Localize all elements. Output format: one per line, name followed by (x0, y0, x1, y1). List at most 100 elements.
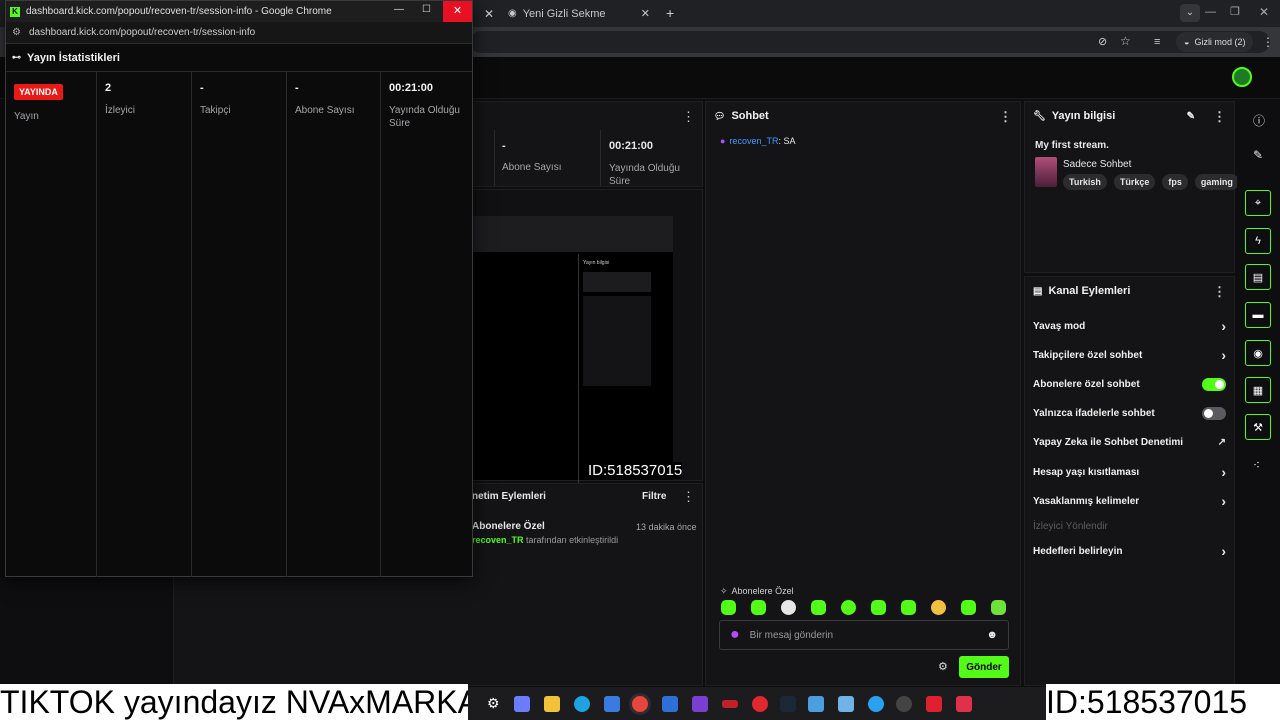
tag[interactable]: Turkish (1063, 174, 1107, 190)
stat-value: - (502, 140, 506, 152)
tab-search-icon[interactable]: ⌄ (1180, 4, 1200, 22)
set-goals-row[interactable]: Hedefleri belirleyin › (1033, 541, 1226, 561)
pencil-icon[interactable]: ✎ (1253, 148, 1263, 162)
stream-category[interactable]: Sadece Sohbet (1063, 159, 1131, 170)
edit-icon[interactable]: ✎ (1187, 111, 1195, 122)
avatar[interactable] (1232, 67, 1252, 87)
send-button[interactable]: Gönder (959, 656, 1009, 678)
stat-subscribers: - Abone Sayısı (287, 72, 381, 577)
emote-only-toggle[interactable] (1202, 406, 1226, 420)
mod-actions-title: netim Eylemleri (472, 491, 546, 502)
emote-1[interactable] (721, 600, 736, 615)
chat-mode-label: Abonelere Özel (731, 586, 794, 596)
emote-5[interactable] (841, 600, 856, 615)
tag[interactable]: gaming (1194, 174, 1239, 190)
emote-3[interactable] (781, 600, 796, 615)
notes-icon[interactable]: ▤ (1245, 264, 1271, 290)
edge-icon[interactable] (574, 696, 590, 712)
eye-off-icon[interactable]: ⊘ (1098, 35, 1107, 48)
obs-icon[interactable] (896, 696, 912, 712)
new-tab-icon[interactable]: + (666, 5, 674, 21)
tag[interactable]: Türkçe (1113, 174, 1156, 190)
emote-8[interactable] (931, 600, 946, 615)
tag[interactable]: fps (1162, 174, 1188, 190)
address-bar[interactable]: ⊘ ☆ (470, 31, 1270, 53)
mic-badge-icon: ● (720, 136, 726, 146)
tiktok-overlay-text: TIKTOK yayındayız NVAxMARKA1 (0, 684, 468, 720)
app-icon[interactable] (752, 696, 768, 712)
emote-2[interactable] (751, 600, 766, 615)
media-icon[interactable]: ≡ (1154, 36, 1160, 48)
wrench-icon: 🔧︎ (1033, 110, 1046, 122)
app-icon[interactable] (514, 696, 530, 712)
ai-moderation-row[interactable]: Yapay Zeka ile Sohbet Denetimi ↗ (1033, 432, 1226, 452)
more-options-icon[interactable]: ⋮ (682, 490, 695, 503)
maximize-icon[interactable]: ❐ (1230, 5, 1240, 18)
filter-button[interactable]: Filtre (642, 491, 666, 502)
app-icon[interactable] (722, 700, 738, 708)
banned-words-row[interactable]: Yasaklanmış kelimeler › (1033, 491, 1226, 511)
mod-entry-title: Abonelere Özel (472, 521, 545, 532)
chat-mode-indicator: ✧ Abonelere Özel (720, 586, 794, 597)
settings-gear-icon[interactable]: ⚙ (487, 695, 500, 712)
chat-username[interactable]: recoven_TR (729, 136, 778, 146)
more-options-icon[interactable]: ⋮ (682, 110, 695, 123)
subscribers-only-toggle[interactable] (1202, 377, 1226, 391)
gear-icon[interactable]: ⚙ (938, 660, 948, 673)
more-options-icon[interactable]: ⋮ (1213, 285, 1226, 298)
incognito-indicator[interactable]: ◒ Gizli mod (2) (1176, 32, 1254, 52)
app-icon[interactable] (956, 696, 972, 712)
chrome-icon[interactable] (632, 696, 648, 712)
followers-only-row[interactable]: Takipçilere özel sohbet › (1033, 345, 1226, 365)
emote-6[interactable] (871, 600, 886, 615)
broadcast-icon[interactable]: ◉ (1245, 340, 1271, 366)
chat-placeholder: Bir mesaj gönderin (749, 629, 834, 641)
stream-title: My first stream. (1035, 140, 1109, 151)
close-window-icon[interactable]: ✕ (1259, 5, 1269, 19)
info-icon[interactable]: ⓘ (1253, 112, 1265, 129)
preview-id-overlay: ID:518537015 (588, 462, 683, 479)
lightning-icon[interactable]: ϟ (1245, 228, 1271, 254)
app-icon[interactable] (692, 696, 708, 712)
emote-10[interactable] (991, 600, 1006, 615)
mod-entry-user[interactable]: recoven_TR (472, 535, 524, 545)
minimize-icon[interactable]: — (394, 4, 404, 15)
layout-icon[interactable]: ▦ (1245, 377, 1271, 403)
chat-bubble-icon[interactable]: ▬ (1245, 302, 1271, 328)
store-icon[interactable] (604, 696, 620, 712)
wrench-icon[interactable]: ⚒ (1245, 414, 1271, 440)
app-icon[interactable] (868, 696, 884, 712)
focus-icon[interactable]: ⌖ (1245, 190, 1271, 216)
chat-input[interactable]: ● Bir mesaj gönderin ☻ (719, 620, 1009, 650)
category-thumbnail[interactable] (1035, 157, 1057, 187)
app-icon[interactable] (838, 696, 854, 712)
file-explorer-icon[interactable] (544, 696, 560, 712)
steam-icon[interactable] (780, 696, 796, 712)
chrome-menu-icon[interactable]: ⋮ (1262, 35, 1274, 49)
mic-icon: ● (730, 626, 740, 643)
app-icon[interactable] (926, 696, 942, 712)
tab-close-icon[interactable]: ✕ (484, 7, 494, 21)
stat-value: - (295, 82, 299, 94)
tab-close-icon[interactable]: ✕ (641, 7, 650, 20)
more-options-icon[interactable]: ⋮ (999, 110, 1012, 123)
chevron-right-icon: › (1221, 318, 1226, 334)
site-settings-icon[interactable]: ⚙ (12, 27, 21, 38)
slow-mode-row[interactable]: Yavaş mod › (1033, 316, 1226, 336)
tab-incognito[interactable]: ◉ Yeni Gizli Sekme ✕ (500, 0, 660, 27)
app-icon[interactable] (808, 696, 824, 712)
chat-text: : SA (778, 136, 796, 146)
emote-7[interactable] (901, 600, 916, 615)
bookmark-star-icon[interactable]: ☆ (1120, 34, 1131, 48)
mail-icon[interactable] (662, 696, 678, 712)
emoji-icon[interactable]: ☻ (986, 629, 998, 641)
apps-icon[interactable]: ⁖ (1253, 458, 1260, 472)
close-window-button[interactable]: ✕ (443, 1, 472, 22)
tab-label: Yeni Gizli Sekme (522, 7, 606, 20)
minimize-icon[interactable]: — (1205, 6, 1216, 18)
account-age-row[interactable]: Hesap yaşı kısıtlaması › (1033, 462, 1226, 482)
more-options-icon[interactable]: ⋮ (1213, 110, 1226, 123)
maximize-icon[interactable]: ☐ (422, 4, 431, 15)
emote-9[interactable] (961, 600, 976, 615)
emote-4[interactable] (811, 600, 826, 615)
